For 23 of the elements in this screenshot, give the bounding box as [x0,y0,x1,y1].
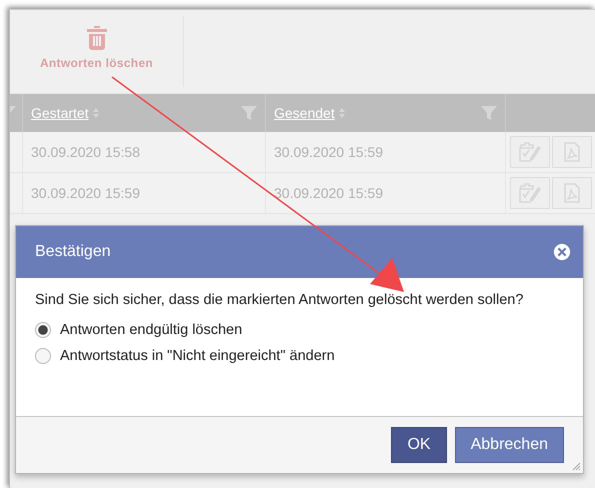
filter-icon[interactable] [241,105,257,121]
sort-icon[interactable] [338,108,345,118]
resize-grip-icon[interactable] [571,461,581,471]
edit-button[interactable] [510,136,550,168]
pdf-button[interactable] [552,136,592,168]
table-cell: 30.09.2020 15:59 [274,144,383,160]
option-label[interactable]: Antworten endgültig löschen [60,322,242,338]
edit-button[interactable] [510,177,550,209]
dialog-button[interactable]: Abbrechen [454,427,564,463]
close-icon[interactable] [553,243,571,261]
radio-button[interactable] [35,322,51,338]
trash-icon [86,26,106,50]
table-cell: 30.09.2020 15:58 [31,144,140,160]
sort-icon[interactable] [92,108,99,118]
dialog-button[interactable]: OK [391,427,447,463]
dialog-title: Bestätigen [35,243,112,261]
table-cell: 30.09.2020 15:59 [31,185,140,201]
option-label[interactable]: Antwortstatus in "Nicht eingereicht" ändern [60,348,335,364]
radio-button[interactable] [35,348,51,364]
filter-icon[interactable] [481,105,497,121]
table-cell: 30.09.2020 15:59 [274,185,383,201]
pdf-button[interactable] [552,177,592,209]
confirm-message: Sind Sie sich sicher, dass die markierten Antworten gelöscht werden sollen? [35,292,524,308]
